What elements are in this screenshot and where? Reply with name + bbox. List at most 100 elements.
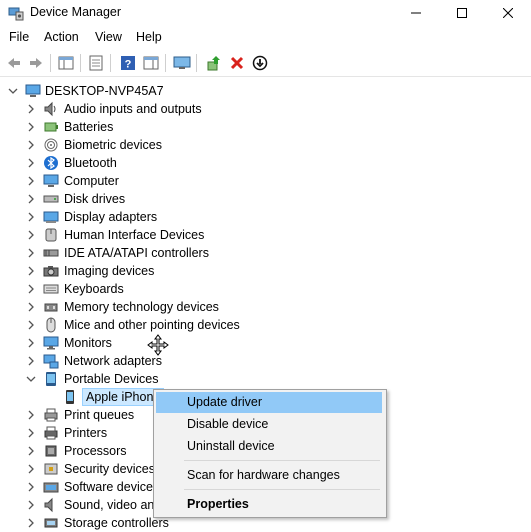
tree-category-item[interactable]: Audio inputs and outputs	[0, 100, 531, 118]
root-label: DESKTOP-NVP45A7	[45, 84, 164, 98]
back-button[interactable]	[4, 53, 24, 73]
disk-drive-icon	[43, 195, 59, 203]
tree-category-item[interactable]: Biometric devices	[0, 136, 531, 154]
menu-action[interactable]: Action	[44, 30, 79, 44]
properties-button[interactable]	[86, 53, 106, 73]
chevron-right-icon[interactable]	[26, 212, 36, 222]
uninstall-button[interactable]	[227, 53, 247, 73]
chevron-right-icon[interactable]	[26, 356, 36, 366]
chevron-right-icon[interactable]	[26, 500, 36, 510]
context-item-uninstall-device[interactable]: Uninstall device	[156, 436, 382, 457]
chevron-right-icon[interactable]	[26, 176, 36, 186]
tree-category-item[interactable]: Imaging devices	[0, 262, 531, 280]
chevron-right-icon[interactable]	[26, 230, 36, 240]
close-icon	[503, 8, 513, 18]
tree-category-item[interactable]: Disk drives	[0, 190, 531, 208]
forward-button[interactable]	[26, 53, 46, 73]
context-separator	[184, 489, 380, 490]
chevron-right-icon[interactable]	[26, 248, 36, 258]
mouse-icon	[46, 317, 56, 333]
forward-arrow-icon	[30, 58, 42, 68]
ide-controller-icon	[43, 249, 59, 257]
chevron-right-icon[interactable]	[26, 194, 36, 204]
enable-device-button[interactable]	[250, 53, 270, 73]
tree-category-item[interactable]: Portable Devices	[0, 370, 531, 388]
battery-icon	[44, 122, 58, 132]
chevron-right-icon[interactable]	[26, 428, 36, 438]
maximize-button[interactable]	[439, 0, 485, 26]
chevron-right-icon[interactable]	[26, 122, 36, 132]
chevron-right-icon[interactable]	[26, 302, 36, 312]
tree-item-label: Processors	[64, 444, 127, 458]
chevron-down-icon[interactable]	[26, 374, 36, 384]
tree-item-label: Printers	[64, 426, 108, 440]
chevron-right-icon[interactable]	[26, 140, 36, 150]
tree-item-label: IDE ATA/ATAPI controllers	[64, 246, 209, 260]
printer-icon	[44, 426, 58, 440]
action-pane-button[interactable]	[141, 53, 161, 73]
context-item-scan-hardware[interactable]: Scan for hardware changes	[156, 465, 382, 486]
tree-category-item[interactable]: Bluetooth	[0, 154, 531, 172]
camera-icon	[43, 266, 59, 277]
help-button[interactable]: ?	[118, 53, 138, 73]
tree-category-item[interactable]: Display adapters	[0, 208, 531, 226]
console-tree-icon	[58, 56, 74, 70]
device-manager-icon	[8, 7, 24, 21]
chevron-right-icon[interactable]	[26, 158, 36, 168]
menu-view[interactable]: View	[95, 30, 122, 44]
back-arrow-icon	[8, 58, 20, 68]
minimize-button[interactable]	[393, 0, 439, 26]
tree-category-item[interactable]: Computer	[0, 172, 531, 190]
tree-item-label: Bluetooth	[64, 156, 117, 170]
chevron-right-icon[interactable]	[26, 464, 36, 474]
chevron-right-icon[interactable]	[26, 446, 36, 456]
scan-hardware-button[interactable]	[172, 53, 192, 73]
toolbar: ?	[0, 50, 531, 77]
software-device-icon	[43, 482, 59, 493]
chevron-right-icon[interactable]	[26, 338, 36, 348]
context-item-disable-device[interactable]: Disable device	[156, 414, 382, 435]
context-item-properties[interactable]: Properties	[156, 494, 382, 515]
window-title: Device Manager	[30, 5, 122, 19]
tree-item-label: Monitors	[64, 336, 112, 350]
menu-bar: File Action View Help	[0, 26, 531, 50]
chevron-right-icon[interactable]	[26, 266, 36, 276]
storage-controller-icon	[44, 518, 58, 528]
tree-category-item[interactable]: Human Interface Devices	[0, 226, 531, 244]
tree-category-item[interactable]: Mice and other pointing devices	[0, 316, 531, 334]
tree-category-item[interactable]: IDE ATA/ATAPI controllers	[0, 244, 531, 262]
context-item-update-driver[interactable]: Update driver	[156, 392, 382, 413]
chevron-right-icon[interactable]	[26, 410, 36, 420]
chevron-right-icon[interactable]	[26, 320, 36, 330]
download-circle-icon	[252, 55, 268, 71]
tree-category-item[interactable]: Batteries	[0, 118, 531, 136]
menu-file[interactable]: File	[9, 30, 29, 44]
computer-icon	[25, 84, 41, 97]
display-adapter-icon	[43, 211, 59, 223]
tree-category-item[interactable]: Keyboards	[0, 280, 531, 298]
chevron-down-icon[interactable]	[8, 86, 18, 96]
show-hide-console-tree-button[interactable]	[56, 53, 76, 73]
title-bar: Device Manager	[0, 0, 531, 26]
maximize-icon	[457, 8, 467, 18]
sound-controller-icon	[44, 497, 53, 513]
monitor-icon	[43, 336, 59, 350]
tree-root[interactable]: DESKTOP-NVP45A7	[0, 82, 531, 100]
chevron-right-icon[interactable]	[26, 482, 36, 492]
properties-icon	[89, 55, 103, 71]
tree-item-label: Disk drives	[64, 192, 126, 206]
tree-item-label: Software devices	[64, 480, 160, 494]
chevron-right-icon[interactable]	[26, 518, 36, 528]
tree-item-label: Biometric devices	[64, 138, 162, 152]
portable-device-icon	[46, 372, 56, 386]
tree-item-label: Display adapters	[64, 210, 158, 224]
tree-item-label: Audio inputs and outputs	[64, 102, 202, 116]
tree-category-item[interactable]: Network adapters	[0, 352, 531, 370]
tree-category-item[interactable]: Monitors	[0, 334, 531, 352]
close-button[interactable]	[485, 0, 531, 26]
chevron-right-icon[interactable]	[26, 284, 36, 294]
tree-category-item[interactable]: Memory technology devices	[0, 298, 531, 316]
menu-help[interactable]: Help	[136, 30, 162, 44]
update-driver-button[interactable]	[204, 53, 224, 73]
chevron-right-icon[interactable]	[26, 104, 36, 114]
